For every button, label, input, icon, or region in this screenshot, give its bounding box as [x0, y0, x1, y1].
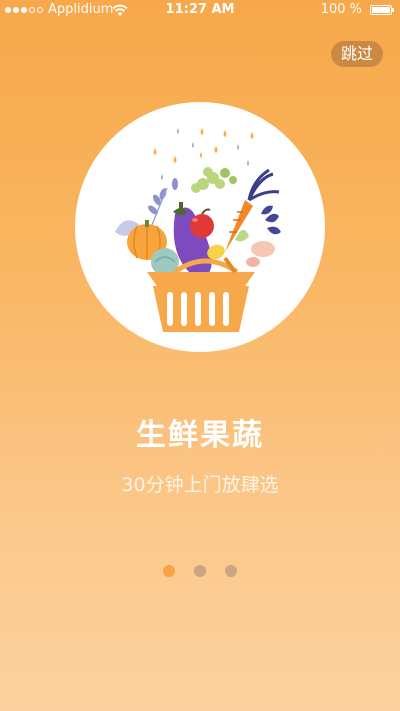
- page-dot-3[interactable]: [225, 565, 237, 577]
- page-dot-2[interactable]: [194, 565, 206, 577]
- skip-button[interactable]: 跳过: [331, 41, 383, 67]
- battery-icon: [370, 5, 394, 15]
- illustration-circle: [75, 102, 325, 352]
- basket-of-vegetables-icon: [115, 128, 281, 332]
- onboarding-subtitle: 30分钟上门放肆选: [121, 474, 279, 496]
- status-bar: Applidium 11:27 AM 100 %: [0, 0, 400, 20]
- battery-percent: 100 %: [320, 2, 362, 17]
- onboarding-title: 生鲜果蔬: [136, 418, 264, 453]
- page-dot-1[interactable]: [163, 565, 175, 577]
- page-indicator: [0, 565, 400, 579]
